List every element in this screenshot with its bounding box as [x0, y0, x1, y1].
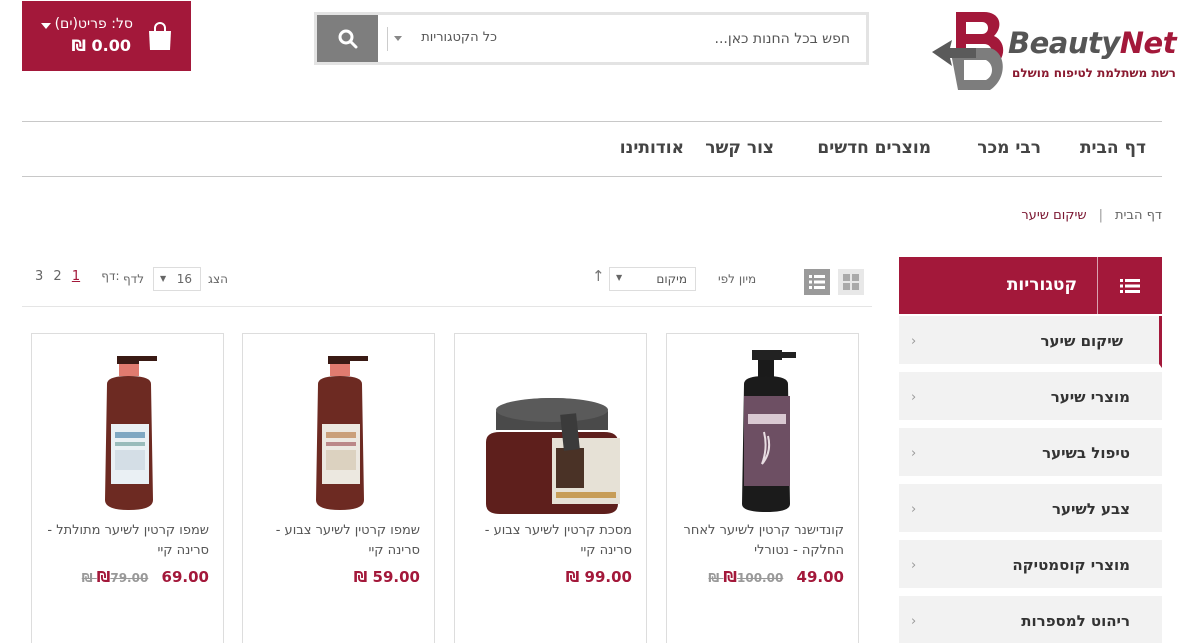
shopping-bag-icon — [149, 22, 171, 50]
product-name[interactable]: קונדישנר קרטין לשיער לאחר החלקה - נטורלי — [679, 521, 844, 561]
sort-select-value: מיקום — [656, 272, 687, 286]
product-image-conditioner[interactable] — [682, 344, 845, 514]
product-name[interactable]: שמפו קרטין לשיער מתולתל - סרינה קיי — [44, 521, 209, 561]
breadcrumb: דף הבית | שיקום שיער — [1021, 208, 1162, 223]
sidebar-item-label: ריהוט למספרות — [1021, 612, 1130, 630]
search-button[interactable] — [317, 15, 378, 62]
price-current: 99.00 ₪ — [565, 568, 632, 586]
category-select[interactable]: כל הקטגוריות — [387, 27, 507, 51]
per-page-select[interactable]: 16 ▼ — [153, 267, 201, 291]
sort-label: מיון לפי — [718, 272, 757, 286]
sort-direction-icon[interactable]: ↑ — [592, 267, 605, 285]
logo-mark — [932, 12, 1004, 90]
sidebar-item-hair-products[interactable]: מוצרי שיער ‹ — [899, 372, 1162, 424]
chevron-left-icon: ‹ — [911, 446, 917, 461]
sidebar-item-salon-furniture[interactable]: ריהוט למספרות ‹ — [899, 596, 1162, 643]
grid-view-button[interactable] — [838, 269, 864, 295]
product-price: 69.00 ₪79.00 ₪ — [82, 568, 209, 586]
nav-item-bestsellers[interactable]: רבי מכר — [977, 138, 1041, 158]
logo-wordmark: BeautyNet — [1008, 26, 1177, 60]
chevron-left-icon: ‹ — [911, 502, 917, 517]
cart-label: סל: פריט(ים) — [54, 16, 133, 32]
per-page-label: לדף — [123, 272, 145, 286]
product-image-mask[interactable] — [470, 344, 633, 514]
product-price: 99.00 ₪ — [566, 568, 632, 586]
chevron-left-icon: ‹ — [911, 558, 917, 573]
logo-word: Beauty — [1008, 26, 1120, 60]
chevron-left-icon: ‹ — [911, 334, 917, 349]
chevron-down-icon — [394, 36, 402, 41]
main-nav: דף הבית רבי מכר מוצרים חדשים צור קשר אוד… — [22, 138, 1162, 162]
logo-tagline: רשת משתלמת לטיפוח מושלם — [1012, 66, 1176, 80]
category-select-value: כל הקטגוריות — [421, 30, 497, 45]
sidebar-item-label: שיקום שיער — [1040, 332, 1123, 350]
cart-total: 0.00 ₪ — [71, 36, 131, 55]
nav-item-about[interactable]: אודותינו — [620, 138, 684, 158]
search-bar: כל הקטגוריות — [314, 12, 869, 65]
sidebar-item-label: צבע לשיער — [1051, 500, 1130, 518]
nav-top-divider — [22, 121, 1162, 122]
chevron-down-icon[interactable] — [41, 23, 51, 29]
breadcrumb-separator: | — [1098, 208, 1103, 223]
nav-bottom-divider — [22, 176, 1162, 177]
logo[interactable]: BeautyNet רשת משתלמת לטיפוח מושלם — [928, 8, 1177, 98]
product-card[interactable]: מסכת קרטין לשיער צבוע - סרינה קיי 99.00 … — [454, 333, 647, 643]
show-label: הצג — [208, 272, 228, 286]
breadcrumb-current: שיקום שיער — [1021, 208, 1087, 223]
cart-widget[interactable]: סל: פריט(ים) 0.00 ₪ — [22, 1, 191, 71]
pages-label: דף: — [101, 269, 120, 283]
price-old: 100.00 ₪ — [708, 571, 784, 585]
page-link-2[interactable]: 2 — [53, 269, 61, 284]
page-link-3[interactable]: 3 — [35, 269, 43, 284]
chevron-left-icon: ‹ — [911, 614, 917, 629]
sidebar-header: קטגוריות — [899, 257, 1162, 314]
breadcrumb-home[interactable]: דף הבית — [1115, 208, 1162, 223]
product-card[interactable]: שמפו קרטין לשיער צבוע - סרינה קיי 59.00 … — [242, 333, 435, 643]
sidebar-item-label: מוצרי קוסמטיקה — [1012, 556, 1130, 574]
price-current: 59.00 ₪ — [353, 568, 420, 586]
product-name[interactable]: שמפו קרטין לשיער צבוע - סרינה קיי — [255, 521, 420, 561]
chevron-down-icon: ▼ — [160, 274, 167, 283]
sidebar-item-label: טיפול בשיער — [1042, 444, 1130, 462]
grid-view-icon — [843, 274, 859, 290]
sidebar-item-hair-color[interactable]: צבע לשיער ‹ — [899, 484, 1162, 536]
chevron-down-icon: ▼ — [616, 273, 623, 282]
sidebar-item-label: מוצרי שיער — [1050, 388, 1130, 406]
sidebar-item-hair-care[interactable]: טיפול בשיער ‹ — [899, 428, 1162, 480]
sidebar-header-divider — [1097, 257, 1098, 314]
product-card[interactable]: קונדישנר קרטין לשיער לאחר החלקה - נטורלי… — [666, 333, 859, 643]
pagination: 3 2 1 דף: — [32, 269, 120, 284]
product-image-shampoo-color[interactable] — [258, 344, 421, 514]
nav-item-contact[interactable]: צור קשר — [705, 138, 774, 158]
list-icon — [1120, 279, 1140, 293]
price-old: 79.00 ₪ — [81, 571, 149, 585]
product-name[interactable]: מסכת קרטין לשיער צבוע - סרינה קיי — [467, 521, 632, 561]
sidebar-title: קטגוריות — [1006, 275, 1077, 295]
nav-item-home[interactable]: דף הבית — [1080, 138, 1146, 158]
nav-item-new-products[interactable]: מוצרים חדשים — [817, 138, 931, 158]
logo-word-accent: Net — [1119, 26, 1177, 60]
list-view-button[interactable] — [804, 269, 830, 295]
search-input[interactable] — [520, 27, 850, 51]
sidebar-item-cosmetics[interactable]: מוצרי קוסמטיקה ‹ — [899, 540, 1162, 592]
product-price: 59.00 ₪ — [354, 568, 420, 586]
per-page-value: 16 — [176, 272, 192, 286]
page-link-1[interactable]: 1 — [72, 269, 80, 284]
product-price: 49.00 ₪100.00 ₪ — [708, 568, 844, 586]
chevron-left-icon: ‹ — [911, 390, 917, 405]
sidebar-item-hair-restoration[interactable]: שיקום שיער ‹ — [899, 316, 1162, 368]
product-card[interactable]: שמפו קרטין לשיער מתולתל - סרינה קיי 69.0… — [31, 333, 224, 643]
product-image-shampoo-curly[interactable] — [47, 344, 210, 514]
product-toolbar: מיון לפי מיקום ▼ ↑ הצג 16 ▼ לדף 3 2 1 דף… — [22, 263, 872, 307]
search-icon — [338, 29, 358, 49]
list-view-icon — [809, 275, 825, 289]
sort-select[interactable]: מיקום ▼ — [609, 267, 696, 291]
